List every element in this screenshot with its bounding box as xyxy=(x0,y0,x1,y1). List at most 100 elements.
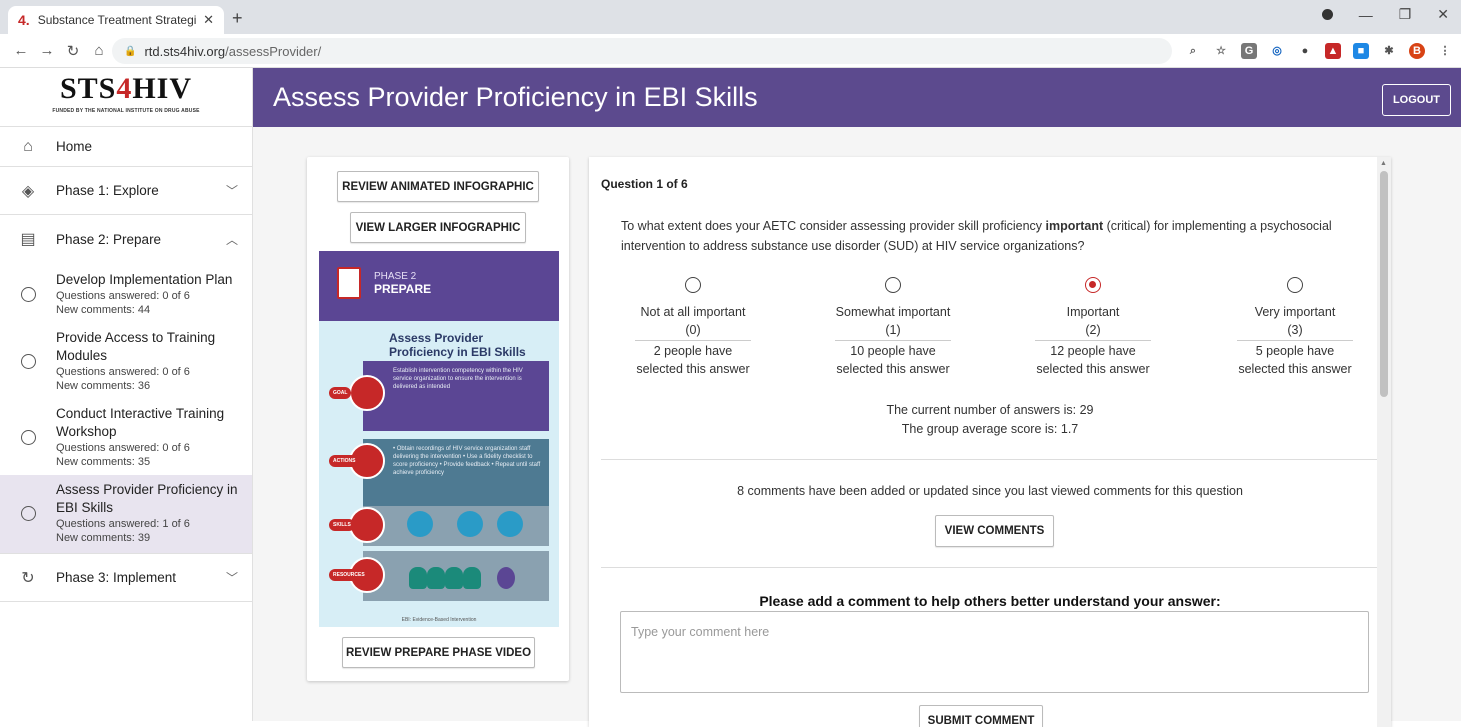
infographic-phase: PHASE 2 PREPARE xyxy=(374,271,432,296)
option-count-suffix: selected this answer xyxy=(636,362,750,376)
coordination-icon xyxy=(457,511,483,537)
profile-dot-icon[interactable] xyxy=(1321,9,1333,20)
option-count: 5 people have xyxy=(1255,344,1335,358)
chevron-down-icon: ﹀ xyxy=(225,571,238,585)
option-value: (2) xyxy=(1035,321,1151,341)
browser-tab[interactable]: 4. Substance Treatment Strategies f ✕ xyxy=(8,6,224,34)
option-count-suffix: selected this answer xyxy=(1036,362,1150,376)
logo-wordmark: STS4HIV xyxy=(59,72,193,105)
status-circle-icon xyxy=(0,505,56,521)
window-controls: — ❐ ✕ xyxy=(1321,6,1449,23)
zoom-icon[interactable]: ⌕ xyxy=(1185,43,1201,59)
answer-option-3[interactable]: Very important (3) 5 people have selecte… xyxy=(1205,277,1385,378)
infographic-footnote: EBI: Evidence-Based Intervention xyxy=(401,617,477,623)
radio-button-selected[interactable] xyxy=(1085,277,1101,293)
minimize-icon[interactable]: — xyxy=(1359,7,1373,23)
submit-comment-button[interactable]: SUBMIT COMMENT xyxy=(919,705,1043,727)
answer-option-0[interactable]: Not at all important (0) 2 people have s… xyxy=(603,277,783,378)
sidebar: STS4HIV FUNDED BY THE NATIONAL INSTITUTE… xyxy=(0,68,253,721)
page-title: Assess Provider Proficiency in EBI Skill… xyxy=(273,82,758,112)
sidebar-subitem-training-workshop[interactable]: Conduct Interactive Training Workshop Qu… xyxy=(0,399,252,475)
expertise-icon xyxy=(407,511,433,537)
money-bag-icon xyxy=(409,567,427,589)
option-value: (1) xyxy=(835,321,951,341)
goal-band: Establish intervention competency within… xyxy=(363,361,549,431)
address-bar: ← → ↻ ⌂ 🔒 rtd.sts4hiv.org/assessProvider… xyxy=(0,34,1461,68)
extension-target-icon[interactable]: ◎ xyxy=(1269,43,1285,59)
view-larger-infographic-button[interactable]: VIEW LARGER INFOGRAPHIC xyxy=(350,212,526,243)
page-header: Assess Provider Proficiency in EBI Skill… xyxy=(253,68,1461,127)
option-count-suffix: selected this answer xyxy=(1238,362,1352,376)
money-bag-icon xyxy=(445,567,463,589)
resources-tag: RESOURCES xyxy=(329,569,369,581)
sidebar-item-label: Home xyxy=(56,139,93,154)
bookmark-star-icon[interactable]: ☆ xyxy=(1213,43,1229,59)
review-animated-infographic-button[interactable]: REVIEW ANIMATED INFOGRAPHIC xyxy=(337,171,539,202)
option-count: 2 people have xyxy=(653,344,733,358)
goal-tag: GOAL xyxy=(329,387,352,399)
url-path: /assessProvider/ xyxy=(225,43,322,59)
scrollbar-thumb[interactable] xyxy=(1380,171,1388,397)
clipboard-graphic-icon xyxy=(337,267,361,299)
subitem-title: Conduct Interactive Training Workshop xyxy=(56,406,225,439)
sidebar-item-phase1[interactable]: ◈ Phase 1: Explore ﹀ xyxy=(0,167,252,215)
option-value: (3) xyxy=(1237,321,1353,341)
scroll-up-icon[interactable]: ▲ xyxy=(1380,160,1387,167)
radio-button[interactable] xyxy=(1287,277,1303,293)
question-scrollbar[interactable]: ▲ xyxy=(1377,157,1391,727)
extension-g-icon[interactable]: G xyxy=(1241,43,1257,59)
puzzle-extensions-icon[interactable]: ✱ xyxy=(1381,43,1397,59)
close-window-icon[interactable]: ✕ xyxy=(1437,6,1449,23)
sidebar-item-phase3[interactable]: ↻ Phase 3: Implement ﹀ xyxy=(0,554,252,602)
home-browser-icon[interactable]: ⌂ xyxy=(86,42,112,59)
chevron-down-icon: ﹀ xyxy=(225,184,238,198)
target-icon xyxy=(349,375,385,411)
subitem-comments: New comments: 44 xyxy=(56,304,151,316)
answer-option-2[interactable]: Important (2) 12 people have selected th… xyxy=(1003,277,1183,378)
sidebar-item-home[interactable]: ⌂ Home xyxy=(0,127,252,167)
group-average: The group average score is: 1.7 xyxy=(901,422,1079,436)
radio-button[interactable] xyxy=(885,277,901,293)
clipboard-icon: ▤ xyxy=(20,231,36,248)
review-prepare-phase-video-button[interactable]: REVIEW PREPARE PHASE VIDEO xyxy=(342,637,535,668)
pdf-extension-icon[interactable]: ▲ xyxy=(1325,43,1341,59)
home-icon: ⌂ xyxy=(23,137,33,155)
infographic-image[interactable]: PHASE 2 PREPARE Assess Provider Proficienc… xyxy=(319,251,559,627)
money-bag-icon xyxy=(463,567,481,589)
option-count: 12 people have xyxy=(1050,344,1136,358)
browser-menu-icon[interactable]: ⋮ xyxy=(1437,43,1453,59)
sidebar-item-phase2[interactable]: ▤ Phase 2: Prepare ︿ xyxy=(0,215,252,263)
browser-tab-bar: 4. Substance Treatment Strategies f ✕ + … xyxy=(0,0,1461,34)
answer-option-1[interactable]: Somewhat important (1) 10 people have se… xyxy=(803,277,983,378)
windows-extension-icon[interactable]: ■ xyxy=(1353,43,1369,59)
new-tab-icon[interactable]: + xyxy=(232,8,243,29)
url-host: rtd.sts4hiv.org xyxy=(144,43,226,59)
cycle-icon: ↻ xyxy=(21,569,35,587)
compass-icon: ◈ xyxy=(21,182,35,200)
close-tab-icon[interactable]: ✕ xyxy=(203,12,214,28)
sidebar-subitem-develop-plan[interactable]: Develop Implementation Plan Questions an… xyxy=(0,263,252,323)
site-favicon-icon: 4. xyxy=(18,12,30,28)
option-label: Somewhat important xyxy=(835,305,951,319)
actions-tag: ACTIONS xyxy=(329,455,360,467)
lock-icon: 🔒 xyxy=(124,45,137,57)
option-value: (0) xyxy=(635,321,751,341)
restore-icon[interactable]: ❐ xyxy=(1399,6,1412,23)
radio-button[interactable] xyxy=(685,277,701,293)
actions-text: • Obtain recordings of HIV service organ… xyxy=(393,446,541,476)
view-comments-button[interactable]: VIEW COMMENTS xyxy=(935,515,1054,547)
site-logo[interactable]: STS4HIV FUNDED BY THE NATIONAL INSTITUTE… xyxy=(0,68,252,127)
logout-button[interactable]: LOGOUT xyxy=(1381,84,1451,116)
reload-icon[interactable]: ↻ xyxy=(60,42,86,60)
option-label: Very important xyxy=(1254,305,1336,319)
back-icon[interactable]: ← xyxy=(8,42,34,59)
sidebar-subitem-training-modules[interactable]: Provide Access to Training Modules Quest… xyxy=(0,323,252,399)
url-field[interactable]: 🔒 rtd.sts4hiv.org/assessProvider/ xyxy=(112,38,1172,64)
money-bag-icon xyxy=(427,567,445,589)
user-avatar-icon[interactable]: B xyxy=(1409,43,1425,59)
sidebar-subitem-assess-proficiency[interactable]: Assess Provider Proficiency in EBI Skill… xyxy=(0,475,252,553)
comment-input[interactable] xyxy=(620,611,1369,693)
extension-circle-icon[interactable]: ● xyxy=(1297,43,1313,59)
assessment-icon xyxy=(497,511,523,537)
forward-icon[interactable]: → xyxy=(34,42,60,59)
